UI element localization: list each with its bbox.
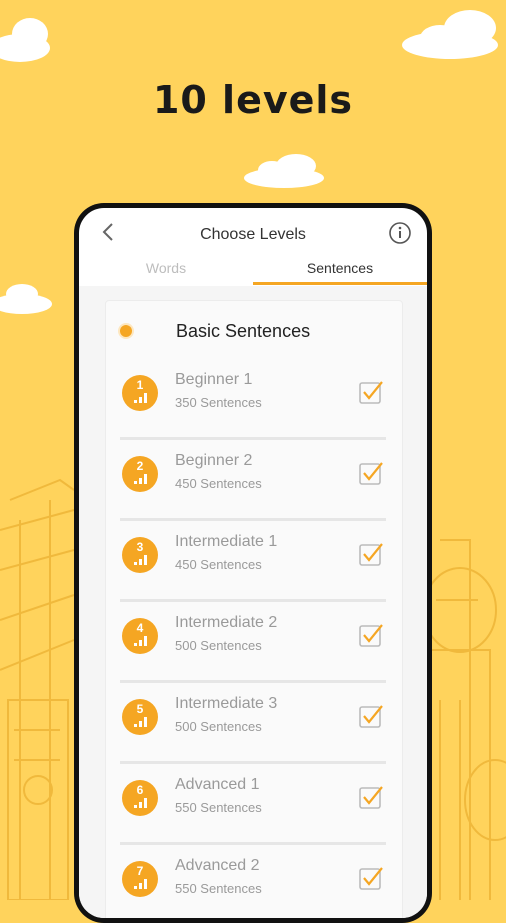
divider [120,437,386,440]
level-sentence-count: 500 Sentences [175,719,262,734]
level-badge: 5 [122,699,158,735]
checkbox-checked-icon[interactable] [358,622,384,648]
checkbox-checked-icon[interactable] [358,379,384,405]
checkbox-checked-icon[interactable] [358,460,384,486]
title-bar: Choose Levels [79,208,427,258]
signal-bars-icon [134,474,147,484]
signal-bars-icon [134,393,147,403]
level-sentence-count: 550 Sentences [175,800,262,815]
level-badge: 4 [122,618,158,654]
signal-bars-icon [134,636,147,646]
checkbox-checked-icon[interactable] [358,703,384,729]
level-badge: 6 [122,780,158,816]
level-item[interactable]: 6 Advanced 1 550 Sentences [120,772,386,852]
level-item[interactable]: 7 Advanced 2 550 Sentences [120,853,386,918]
level-name: Intermediate 3 [175,695,278,712]
level-list-card: Basic Sentences 1 Beginner 1 350 Sentenc… [105,300,403,918]
page-title: Choose Levels [200,226,306,243]
divider [120,599,386,602]
signal-bars-icon [134,717,147,727]
checkbox-checked-icon[interactable] [358,865,384,891]
level-badge: 1 [122,375,158,411]
level-number: 5 [136,702,144,716]
level-number: 7 [136,864,144,878]
app-screen: Choose Levels Words Sentences Basic Sent… [79,208,427,918]
content-area: Basic Sentences 1 Beginner 1 350 Sentenc… [79,286,427,918]
phone-frame: Choose Levels Words Sentences Basic Sent… [74,203,432,923]
section-title: Basic Sentences [176,321,311,341]
level-sentence-count: 500 Sentences [175,638,262,653]
level-name: Beginner 2 [175,452,253,469]
level-item[interactable]: 2 Beginner 2 450 Sentences [120,448,386,528]
signal-bars-icon [134,798,147,808]
tab-words[interactable]: Words [79,260,253,276]
divider [120,518,386,521]
level-name: Intermediate 2 [175,614,278,631]
signal-bars-icon [134,555,147,565]
level-badge: 3 [122,537,158,573]
divider [120,761,386,764]
level-item[interactable]: 4 Intermediate 2 500 Sentences [120,610,386,690]
tab-sentences[interactable]: Sentences [253,260,427,276]
level-name: Intermediate 1 [175,533,278,550]
active-tab-indicator [253,282,427,285]
level-number: 6 [136,783,144,797]
divider [120,842,386,845]
divider [120,680,386,683]
signal-bars-icon [134,879,147,889]
level-number: 2 [136,459,144,473]
level-sentence-count: 450 Sentences [175,557,262,572]
level-sentence-count: 550 Sentences [175,881,262,896]
level-badge: 2 [122,456,158,492]
level-name: Beginner 1 [175,371,253,388]
level-number: 3 [136,540,144,554]
level-number: 1 [136,378,144,392]
level-number: 4 [136,621,144,635]
checkbox-checked-icon[interactable] [358,784,384,810]
headline: 10 levels [152,78,354,122]
level-item[interactable]: 5 Intermediate 3 500 Sentences [120,691,386,771]
level-item[interactable]: 1 Beginner 1 350 Sentences [120,367,386,447]
info-icon [389,222,411,244]
level-name: Advanced 1 [175,776,260,793]
level-name: Advanced 2 [175,857,260,874]
checkbox-checked-icon[interactable] [358,541,384,567]
level-sentence-count: 450 Sentences [175,476,262,491]
level-sentence-count: 350 Sentences [175,395,262,410]
info-button[interactable] [389,222,411,244]
level-item[interactable]: 3 Intermediate 1 450 Sentences [120,529,386,609]
level-badge: 7 [122,861,158,897]
section-radio-icon[interactable] [120,325,132,337]
